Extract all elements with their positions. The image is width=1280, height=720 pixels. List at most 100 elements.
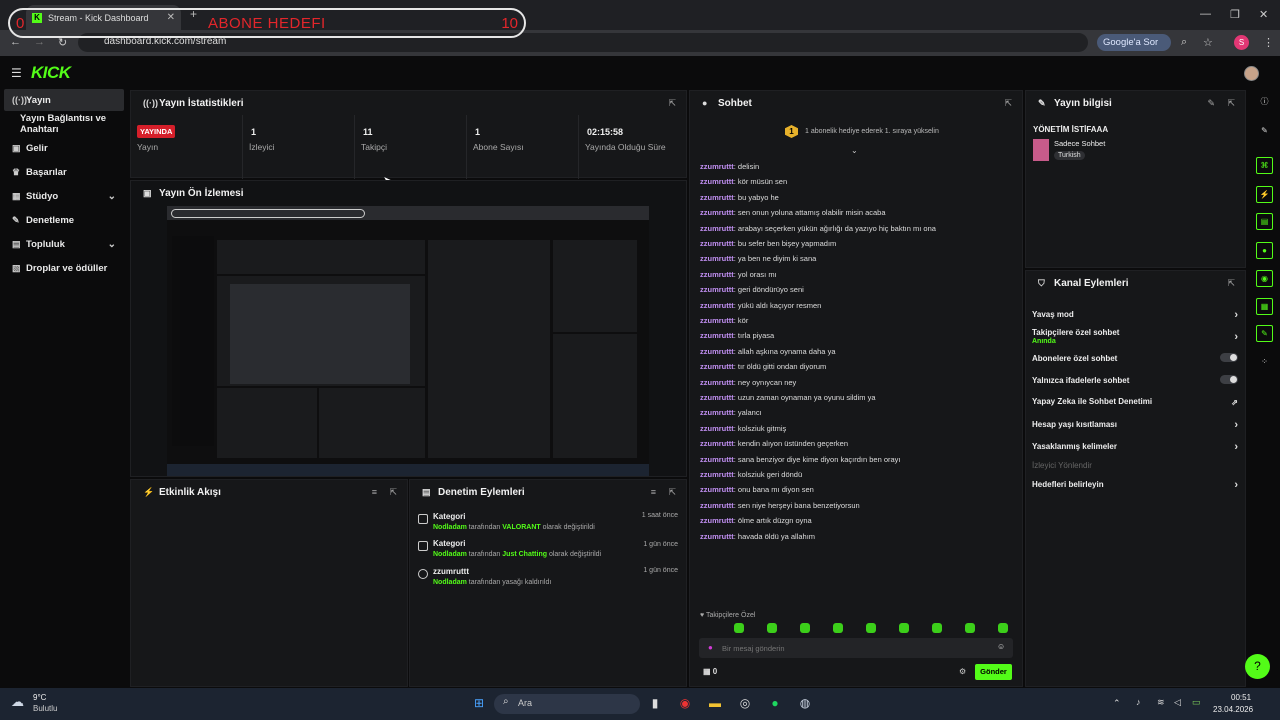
channel-action-slow-mode[interactable]: Yavaş mod › bbox=[1032, 309, 1240, 321]
weather-temp[interactable]: 9°C bbox=[33, 693, 46, 702]
channel-action-goals[interactable]: Hedefleri belirleyin › bbox=[1032, 479, 1240, 491]
chat-username[interactable]: zzumruttt bbox=[700, 224, 734, 233]
chat-username[interactable]: zzumruttt bbox=[700, 378, 734, 387]
microphone-icon[interactable]: ♪ bbox=[1136, 697, 1141, 707]
filter-icon[interactable]: ≡ bbox=[372, 487, 377, 497]
battery-icon[interactable]: ▭ bbox=[1192, 697, 1201, 708]
browser-profile-avatar[interactable]: S bbox=[1234, 35, 1249, 50]
chat-username[interactable]: zzumruttt bbox=[700, 301, 734, 310]
channel-action-account-age[interactable]: Hesap yaşı kısıtlaması › bbox=[1032, 419, 1240, 431]
emote-icon[interactable] bbox=[833, 623, 843, 633]
chat-rail-icon[interactable]: ● bbox=[1256, 242, 1273, 259]
chat-username[interactable]: zzumruttt bbox=[700, 393, 734, 402]
channel-action-emotes-only[interactable]: Yalnızca ifadelerle sohbet bbox=[1032, 375, 1240, 385]
help-icon[interactable]: ? bbox=[1245, 654, 1270, 679]
chat-username[interactable]: zzumruttt bbox=[700, 193, 734, 202]
chat-username[interactable]: zzumruttt bbox=[700, 439, 734, 448]
spotify-icon[interactable]: ● bbox=[765, 693, 785, 713]
clock-time[interactable]: 00:51 bbox=[1231, 693, 1251, 702]
wifi-icon[interactable]: ≋ bbox=[1157, 697, 1165, 708]
chat-username[interactable]: zzumruttt bbox=[700, 254, 734, 263]
chat-settings-rail-icon[interactable]: ⌘ bbox=[1256, 157, 1273, 174]
task-view-icon[interactable]: ▮ bbox=[645, 693, 665, 713]
back-icon[interactable]: ← bbox=[10, 36, 21, 48]
emote-icon[interactable] bbox=[899, 623, 909, 633]
maximize-icon[interactable]: ❐ bbox=[1230, 8, 1240, 21]
chat-username[interactable]: zzumruttt bbox=[700, 347, 734, 356]
chat-settings-icon[interactable]: ⚙ bbox=[959, 667, 966, 676]
user-avatar[interactable] bbox=[1244, 66, 1259, 81]
popout-icon[interactable]: ⇱ bbox=[1004, 98, 1012, 109]
broadcast-rail-icon[interactable]: ◉ bbox=[1256, 270, 1273, 287]
sidebar-item-stream-key[interactable]: Yayın Bağlantısı ve Anahtarı bbox=[4, 113, 124, 135]
sidebar-item-studyo[interactable]: ▦ Stüdyo ⌄ bbox=[4, 185, 124, 207]
chrome-icon[interactable]: ◉ bbox=[675, 693, 695, 713]
windows-start-icon[interactable]: ⊞ bbox=[469, 693, 489, 713]
channel-action-subs-only[interactable]: Abonelere özel sohbet bbox=[1032, 353, 1240, 363]
google-sor-button[interactable]: Google'a Sor bbox=[1097, 34, 1171, 51]
sidebar-item-basarilar[interactable]: ♛ Başarılar bbox=[4, 161, 124, 183]
chat-username[interactable]: zzumruttt bbox=[700, 424, 734, 433]
chat-username[interactable]: zzumruttt bbox=[700, 270, 734, 279]
popout-icon[interactable]: ⇱ bbox=[1227, 98, 1235, 109]
tray-chevron-icon[interactable]: ⌃ bbox=[1113, 698, 1121, 709]
popout-icon[interactable]: ⇱ bbox=[389, 487, 397, 498]
channel-action-followers-only[interactable]: Takipçilere özel sohbet Anında › bbox=[1032, 328, 1240, 345]
bookmark-star-icon[interactable]: ☆ bbox=[1203, 36, 1213, 49]
chat-username[interactable]: zzumruttt bbox=[700, 208, 734, 217]
stream-preview-video[interactable] bbox=[167, 206, 649, 476]
apps-icon[interactable]: ⁘ bbox=[1256, 354, 1273, 371]
popout-icon[interactable]: ⇱ bbox=[1227, 278, 1235, 289]
chat-username[interactable]: zzumruttt bbox=[700, 239, 734, 248]
edit-icon[interactable]: ✎ bbox=[1207, 98, 1215, 109]
emote-icon[interactable] bbox=[734, 623, 744, 633]
edit-icon[interactable]: ✎ bbox=[1256, 123, 1273, 140]
emotes-only-toggle[interactable] bbox=[1220, 375, 1238, 384]
chevron-down-icon[interactable]: ⌄ bbox=[851, 146, 858, 155]
file-explorer-icon[interactable]: ▬ bbox=[705, 693, 725, 713]
popout-icon[interactable]: ⇱ bbox=[668, 98, 676, 109]
browser-menu-icon[interactable]: ⋮ bbox=[1263, 36, 1274, 49]
chat-username[interactable]: zzumruttt bbox=[700, 532, 734, 541]
sidebar-item-gelir[interactable]: ▣ Gelir bbox=[4, 137, 124, 159]
chat-username[interactable]: zzumruttt bbox=[700, 162, 734, 171]
send-button[interactable]: Gönder bbox=[975, 664, 1012, 680]
chat-username[interactable]: zzumruttt bbox=[700, 408, 734, 417]
channel-action-ai-moderation[interactable]: Yapay Zeka ile Sohbet Denetimi ⇗ bbox=[1032, 397, 1240, 407]
hamburger-menu-icon[interactable]: ☰ bbox=[11, 66, 22, 80]
chat-username[interactable]: zzumruttt bbox=[700, 470, 734, 479]
volume-icon[interactable]: ◁ bbox=[1174, 697, 1181, 708]
chat-username[interactable]: zzumruttt bbox=[700, 485, 734, 494]
document-rail-icon[interactable]: ▤ bbox=[1256, 213, 1273, 230]
kick-logo[interactable]: KICK bbox=[31, 63, 71, 83]
chat-username[interactable]: zzumruttt bbox=[700, 516, 734, 525]
emote-icon[interactable] bbox=[800, 623, 810, 633]
sidebar-item-topluluk[interactable]: ▤ Topluluk ⌄ bbox=[4, 233, 124, 255]
obs-icon[interactable]: ◎ bbox=[735, 693, 755, 713]
emoji-icon[interactable]: ☺ bbox=[997, 642, 1005, 651]
taskbar-search[interactable]: Ara bbox=[494, 694, 640, 714]
lightning-rail-icon[interactable]: ⚡ bbox=[1256, 186, 1273, 203]
channel-action-banned-words[interactable]: Yasaklanmış kelimeler › bbox=[1032, 441, 1240, 453]
info-icon[interactable]: ⓘ bbox=[1256, 94, 1273, 111]
sidebar-item-droplar[interactable]: ▧ Droplar ve ödüller bbox=[4, 257, 124, 279]
chat-username[interactable]: zzumruttt bbox=[700, 285, 734, 294]
steam-icon[interactable]: ◍ bbox=[795, 693, 815, 713]
popout-icon[interactable]: ⇱ bbox=[668, 487, 676, 498]
close-window-icon[interactable]: ✕ bbox=[1259, 8, 1268, 21]
filter-icon[interactable]: ≡ bbox=[651, 487, 656, 497]
minimize-icon[interactable]: — bbox=[1200, 8, 1211, 20]
chat-username[interactable]: zzumruttt bbox=[700, 331, 734, 340]
emote-icon[interactable] bbox=[998, 623, 1008, 633]
sidebar-item-yayin[interactable]: ((·)) Yayın bbox=[4, 89, 124, 111]
chat-username[interactable]: zzumruttt bbox=[700, 316, 734, 325]
wrench-rail-icon[interactable]: ✎ bbox=[1256, 325, 1273, 342]
chat-username[interactable]: zzumruttt bbox=[700, 455, 734, 464]
chat-username[interactable]: zzumruttt bbox=[700, 501, 734, 510]
sidebar-item-denetleme[interactable]: ✎ Denetleme bbox=[4, 209, 124, 231]
zoom-icon[interactable]: ⌕ bbox=[1181, 36, 1187, 49]
subs-only-toggle[interactable] bbox=[1220, 353, 1238, 362]
emote-icon[interactable] bbox=[932, 623, 942, 633]
emote-icon[interactable] bbox=[767, 623, 777, 633]
chat-username[interactable]: zzumruttt bbox=[700, 362, 734, 371]
